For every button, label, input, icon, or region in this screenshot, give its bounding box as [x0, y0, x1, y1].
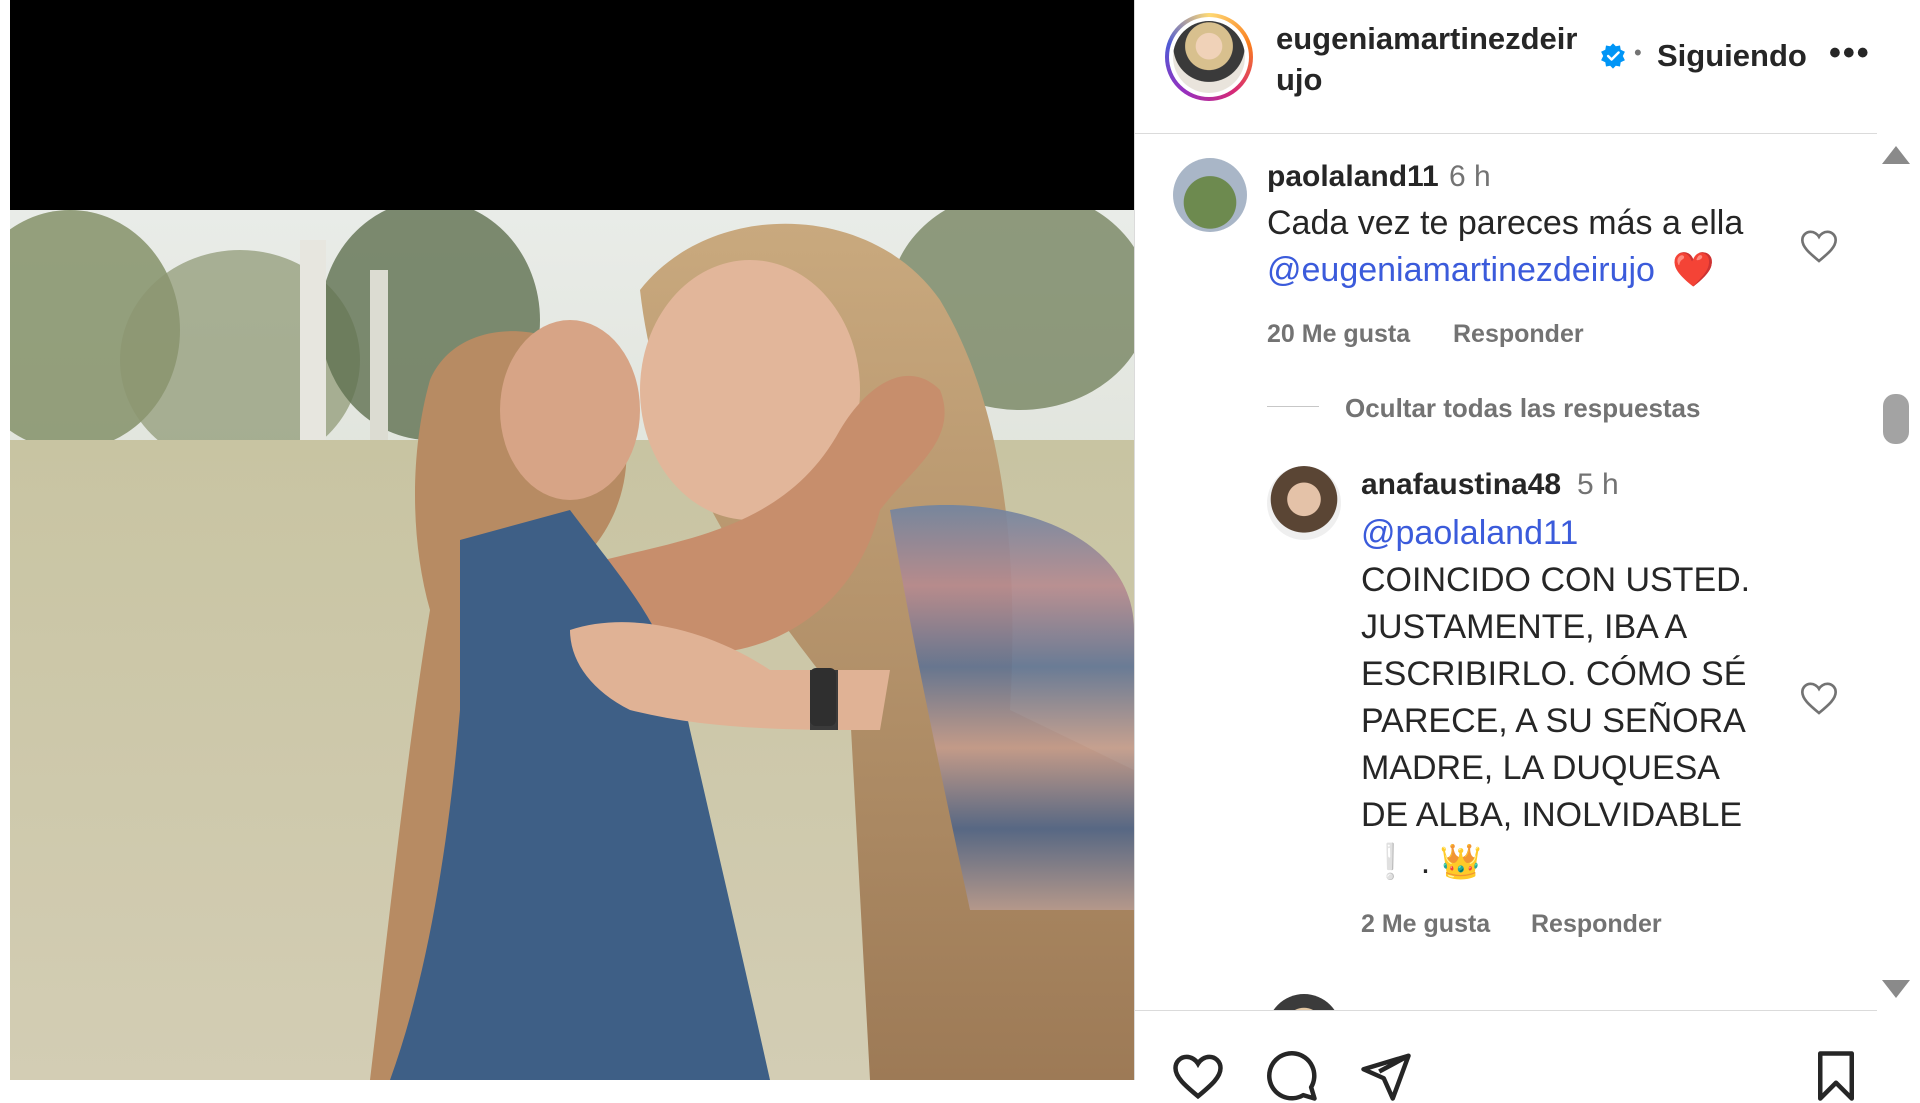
- like-reply-heart-icon[interactable]: [1799, 678, 1839, 718]
- verified-badge-icon: [1601, 43, 1625, 69]
- author-username[interactable]: eugeniamartinezdeirujo: [1276, 18, 1586, 100]
- reply-likes[interactable]: 2 Me gusta: [1361, 910, 1490, 939]
- replies-divider: [1267, 406, 1319, 407]
- bookmark-icon[interactable]: [1809, 1049, 1863, 1103]
- reply-time[interactable]: 5 h: [1577, 468, 1619, 502]
- post-photo: [10, 210, 1134, 1080]
- scroll-down-arrow-icon[interactable]: [1882, 980, 1910, 998]
- reply-line: MADRE, LA DUQUESA: [1361, 749, 1720, 787]
- like-comment-heart-icon[interactable]: [1799, 226, 1839, 266]
- avatar-image: [1173, 21, 1245, 93]
- post-action-bar: [1135, 1010, 1877, 1101]
- reply-line: ESCRIBIRLO. CÓMO SÉ: [1361, 655, 1747, 693]
- separator-dot: •: [1634, 40, 1642, 65]
- comment-username[interactable]: paolaland11: [1267, 160, 1439, 194]
- reply-mention[interactable]: @paolaland11: [1361, 514, 1578, 552]
- media-letterbox: [10, 0, 1134, 210]
- author-avatar[interactable]: [1165, 13, 1253, 101]
- reply-line: PARECE, A SU SEÑORA: [1361, 702, 1746, 740]
- reply-username[interactable]: anafaustina48: [1361, 468, 1561, 502]
- reply-text: @paolaland11 COINCIDO CON USTED. JUSTAME…: [1361, 510, 1801, 886]
- post-side-panel: eugeniamartinezdeirujo • Siguiendo ••• p…: [1134, 0, 1920, 1101]
- following-button[interactable]: Siguiendo: [1657, 38, 1807, 74]
- comment-likes[interactable]: 20 Me gusta: [1267, 320, 1410, 349]
- reply-line: DE ALBA, INOLVIDABLE: [1361, 796, 1743, 834]
- scrollbar-thumb[interactable]: [1883, 394, 1909, 444]
- reply-reply-button[interactable]: Responder: [1531, 910, 1662, 939]
- hide-replies-button[interactable]: Ocultar todas las respuestas: [1345, 393, 1700, 424]
- heart-icon[interactable]: [1171, 1049, 1225, 1103]
- left-gutter: [0, 0, 10, 1080]
- commenter-avatar[interactable]: [1173, 158, 1247, 232]
- heart-emoji: ❤️: [1672, 251, 1715, 289]
- next-commenter-avatar[interactable]: [1267, 994, 1341, 1010]
- scroll-up-arrow-icon[interactable]: [1882, 146, 1910, 164]
- comment-time[interactable]: 6 h: [1449, 160, 1491, 194]
- comments-list[interactable]: paolaland11 6 h Cada vez te pareces más …: [1135, 134, 1877, 1010]
- more-options-icon[interactable]: •••: [1829, 34, 1871, 73]
- post-media[interactable]: [10, 0, 1134, 1080]
- comment-mention[interactable]: @eugeniamartinezdeirujo: [1267, 251, 1655, 289]
- share-icon[interactable]: [1359, 1049, 1413, 1103]
- reply-emoji-line: ❕ . 👑: [1369, 843, 1483, 881]
- post-header: eugeniamartinezdeirujo • Siguiendo •••: [1135, 0, 1877, 134]
- reply-author-avatar[interactable]: [1267, 466, 1341, 540]
- reply-line: COINCIDO CON USTED.: [1361, 561, 1751, 599]
- comment-text: Cada vez te pareces más a ella @eugeniam…: [1267, 200, 1787, 294]
- comment-body: Cada vez te pareces más a ella: [1267, 204, 1744, 242]
- reply-line: JUSTAMENTE, IBA A: [1361, 608, 1688, 646]
- reply-button[interactable]: Responder: [1453, 320, 1584, 349]
- comment-icon[interactable]: [1265, 1049, 1319, 1103]
